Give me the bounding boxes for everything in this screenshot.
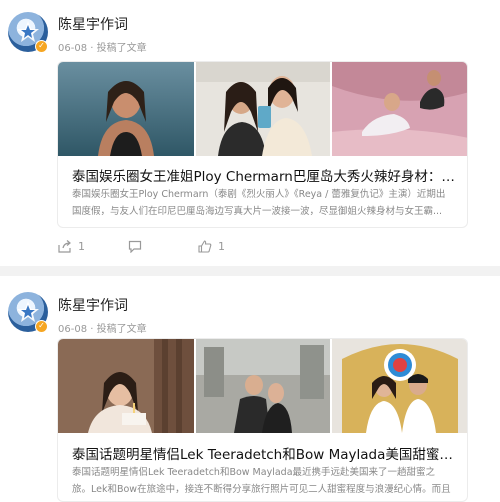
post-date: 06-08 xyxy=(58,43,88,54)
comment-button[interactable] xyxy=(128,240,198,253)
post-meta: 06-08 · 投稿了文章 xyxy=(58,320,147,335)
post-date: 06-08 xyxy=(58,324,88,335)
post-meta: 06-08 · 投稿了文章 xyxy=(58,39,147,54)
article-image-2 xyxy=(196,339,330,433)
article-image-3 xyxy=(332,339,467,433)
feed-post: ✓ 陈星宇作词 06-08 · 投稿了文章 xyxy=(0,0,500,266)
article-image-2 xyxy=(196,62,330,156)
post-action: 投稿了文章 xyxy=(96,324,147,335)
article-image-1 xyxy=(58,62,194,156)
author-name[interactable]: 陈星宇作词 xyxy=(58,295,128,315)
post-divider xyxy=(0,266,500,276)
thumbs-up-icon xyxy=(198,240,212,253)
post-actions: 1 1 xyxy=(58,240,268,253)
post-action: 投稿了文章 xyxy=(96,43,147,54)
article-card[interactable]: 泰国娱乐圈女王准姐Ploy Chermarn巴厘岛大秀火辣好身材：被爆... 泰… xyxy=(57,61,468,228)
share-count: 1 xyxy=(78,240,85,253)
like-count: 1 xyxy=(218,240,225,253)
article-title[interactable]: 泰国话题明星情侣Lek Teeradetch和Bow Maylada美国甜蜜之旅… xyxy=(72,443,457,463)
author-name[interactable]: 陈星宇作词 xyxy=(58,14,128,34)
article-excerpt: 泰国娱乐圈女王Ploy Chermarn（泰剧《烈火丽人》《Reya / 蕾雅复… xyxy=(72,189,446,217)
article-image-1 xyxy=(58,339,194,433)
article-image-3 xyxy=(332,62,467,156)
verified-badge-icon: ✓ xyxy=(35,320,48,333)
comment-icon xyxy=(128,240,142,253)
like-button[interactable]: 1 xyxy=(198,240,268,253)
verified-badge-icon: ✓ xyxy=(35,40,48,53)
feed-post: ✓ 陈星宇作词 06-08 · 投稿了文章 xyxy=(0,276,500,502)
share-icon xyxy=(58,240,71,253)
article-card[interactable]: 泰国话题明星情侣Lek Teeradetch和Bow Maylada美国甜蜜之旅… xyxy=(57,338,468,502)
share-button[interactable]: 1 xyxy=(58,240,128,253)
article-excerpt: 泰国话题明星情侣Lek Teeradetch和Bow Maylada最近携手远赴… xyxy=(72,467,451,495)
article-title[interactable]: 泰国娱乐圈女王准姐Ploy Chermarn巴厘岛大秀火辣好身材：被爆... xyxy=(72,165,457,185)
